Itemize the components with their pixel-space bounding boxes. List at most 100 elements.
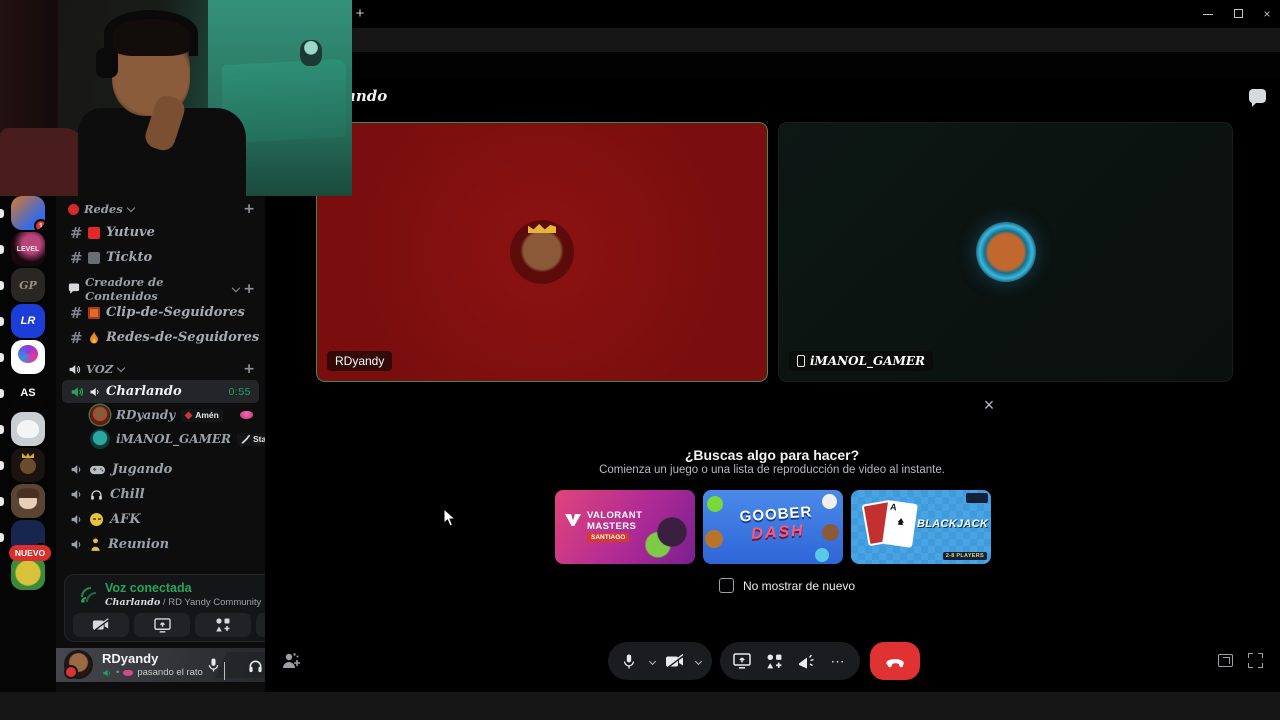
unread-notch bbox=[0, 281, 4, 290]
voice-member-imanol[interactable]: iMANOL_GAMER Staff bbox=[56, 427, 276, 451]
flame-emoji-icon bbox=[90, 330, 98, 343]
channel-tickto[interactable]: # Tickto bbox=[56, 245, 265, 270]
window-minimize-button[interactable] bbox=[1203, 14, 1213, 15]
server-icon-lr[interactable]: LR bbox=[11, 304, 45, 338]
unread-notch bbox=[0, 389, 4, 398]
activity-card-goober-dash[interactable]: GOOBER DASH bbox=[703, 490, 843, 564]
mouse-cursor bbox=[443, 508, 457, 527]
hangup-phone-icon bbox=[886, 659, 904, 668]
crown-icon bbox=[528, 224, 556, 233]
voice-channel-reunion[interactable]: Reunion bbox=[56, 532, 265, 557]
server-icon-level[interactable]: LEVEL bbox=[11, 232, 45, 266]
channel-redes-de-seguidores[interactable]: # Redes-de-Seguidores bbox=[56, 325, 265, 350]
tile-avatar-imanol bbox=[975, 222, 1036, 282]
server-icon-anime-avatar[interactable] bbox=[11, 484, 45, 518]
channel-yutuve[interactable]: # Yutuve bbox=[56, 220, 265, 245]
leave-call-button[interactable] bbox=[870, 642, 920, 680]
screen-share-icon bbox=[733, 653, 751, 669]
playing-card-ace bbox=[882, 500, 918, 548]
camera-button[interactable] bbox=[73, 613, 129, 637]
category-voz[interactable]: VOZ + bbox=[56, 358, 265, 380]
screen-share-icon bbox=[153, 617, 171, 633]
voice-location[interactable]: Charlando / RD Yandy Community bbox=[105, 597, 261, 608]
youtube-emoji-icon bbox=[88, 226, 100, 239]
category-creadores[interactable]: Creadore de Contenidos + bbox=[56, 275, 265, 303]
hash-icon: # bbox=[70, 248, 83, 267]
category-redes[interactable]: Redes + bbox=[56, 198, 265, 220]
popout-icon[interactable] bbox=[1218, 654, 1233, 667]
lips-status-icon bbox=[123, 669, 134, 676]
activity-card-valorant[interactable]: VALORANT MASTERS SANTIAGO bbox=[555, 490, 695, 564]
voice-stage: Charlando RDyandy iMANOL_GAMER × ¿Buscas… bbox=[265, 78, 1280, 692]
dont-show-again-checkbox[interactable] bbox=[719, 578, 734, 593]
screen-share-button[interactable] bbox=[732, 651, 752, 671]
camera-button[interactable] bbox=[665, 651, 685, 671]
webcam-headphone-cup bbox=[96, 48, 118, 78]
user-avatar[interactable] bbox=[64, 650, 93, 679]
window-maximize-button[interactable] bbox=[1234, 9, 1243, 18]
open-chat-icon[interactable] bbox=[1249, 89, 1266, 107]
create-voice-channel-button[interactable]: + bbox=[243, 361, 255, 377]
new-tab-button[interactable]: + bbox=[352, 6, 368, 22]
mic-icon bbox=[208, 658, 218, 672]
webcam-plant bbox=[300, 40, 322, 66]
voice-channel-charlando[interactable]: Charlando 0:55 bbox=[62, 380, 259, 403]
nuevo-badge: NUEVO bbox=[9, 545, 51, 561]
server-icon-crown-avatar[interactable] bbox=[11, 448, 45, 482]
member-avatar bbox=[90, 405, 110, 425]
tile-nametag: iMANOL_GAMER bbox=[789, 351, 933, 371]
window-close-button[interactable]: × bbox=[1258, 5, 1276, 23]
screen-share-button[interactable] bbox=[134, 613, 190, 637]
voice-channel-afk[interactable]: AFK bbox=[56, 507, 265, 532]
headphones-icon bbox=[248, 660, 262, 672]
mic-options-chevron[interactable] bbox=[224, 662, 225, 680]
activity-shelf-title: ¿Buscas algo para hacer? bbox=[684, 447, 860, 463]
server-icon-dog-avatar[interactable] bbox=[11, 412, 45, 446]
dont-show-again-row[interactable]: No mostrar de nuevo bbox=[719, 578, 855, 593]
person-emoji-icon bbox=[91, 538, 100, 551]
mic-toggle-button[interactable] bbox=[204, 656, 222, 674]
add-channel-button[interactable]: + bbox=[243, 201, 255, 217]
lantern-emoji-icon bbox=[88, 306, 100, 319]
server-icon-partial[interactable] bbox=[11, 556, 45, 590]
camera-options-chevron[interactable] bbox=[695, 657, 703, 665]
more-options-button[interactable]: ⋯ bbox=[828, 651, 848, 671]
user-status: • pasando el rato bbox=[102, 667, 203, 678]
sword-icon bbox=[241, 434, 250, 444]
camera-off-icon bbox=[92, 618, 109, 632]
invite-to-voice-icon[interactable] bbox=[281, 652, 301, 670]
member-avatar bbox=[90, 429, 110, 449]
unread-notch bbox=[0, 425, 4, 434]
video-tile-rdyandy[interactable]: RDyandy bbox=[316, 122, 768, 382]
voice-channel-jugando[interactable]: Jugando bbox=[56, 457, 265, 482]
add-channel-button[interactable]: + bbox=[243, 281, 255, 297]
activities-button[interactable] bbox=[764, 651, 784, 671]
tiktok-emoji-icon bbox=[88, 251, 100, 264]
role-badge-icon bbox=[184, 411, 193, 419]
voice-status[interactable]: Voz conectada bbox=[105, 581, 192, 595]
activities-button[interactable] bbox=[195, 613, 251, 637]
channel-clip-de-seguidores[interactable]: # Clip-de-Seguidores bbox=[56, 300, 265, 325]
user-name[interactable]: RDyandy bbox=[102, 651, 158, 666]
mic-options-chevron[interactable] bbox=[648, 657, 656, 665]
unread-notch bbox=[0, 461, 4, 470]
deafen-toggle-button[interactable] bbox=[246, 656, 264, 674]
close-activity-shelf-button[interactable]: × bbox=[980, 396, 998, 414]
valorant-logo-icon bbox=[565, 514, 581, 526]
server-icon-synthcode[interactable] bbox=[11, 340, 45, 374]
voice-channel-chill[interactable]: Chill bbox=[56, 482, 265, 507]
server-icon-game[interactable]: 1 bbox=[11, 196, 45, 230]
gamepad-emoji-icon bbox=[90, 465, 105, 474]
video-tile-imanol[interactable]: iMANOL_GAMER bbox=[778, 122, 1233, 382]
fullscreen-icon[interactable] bbox=[1248, 653, 1263, 668]
chevron-down-icon bbox=[116, 363, 126, 372]
server-icon-ars-store[interactable]: AS bbox=[11, 376, 45, 410]
server-icon-gp[interactable]: GP bbox=[11, 268, 45, 302]
voice-member-rdyandy[interactable]: RDyandy Amén bbox=[56, 403, 265, 427]
mic-button[interactable] bbox=[619, 651, 639, 671]
webcam-headphones bbox=[104, 10, 198, 56]
speaker-icon bbox=[90, 387, 99, 396]
webcam-overlay bbox=[0, 0, 352, 196]
activity-card-blackjack[interactable]: BLACKJACK 2-8 PLAYERS bbox=[851, 490, 991, 564]
soundboard-button[interactable] bbox=[796, 651, 816, 671]
